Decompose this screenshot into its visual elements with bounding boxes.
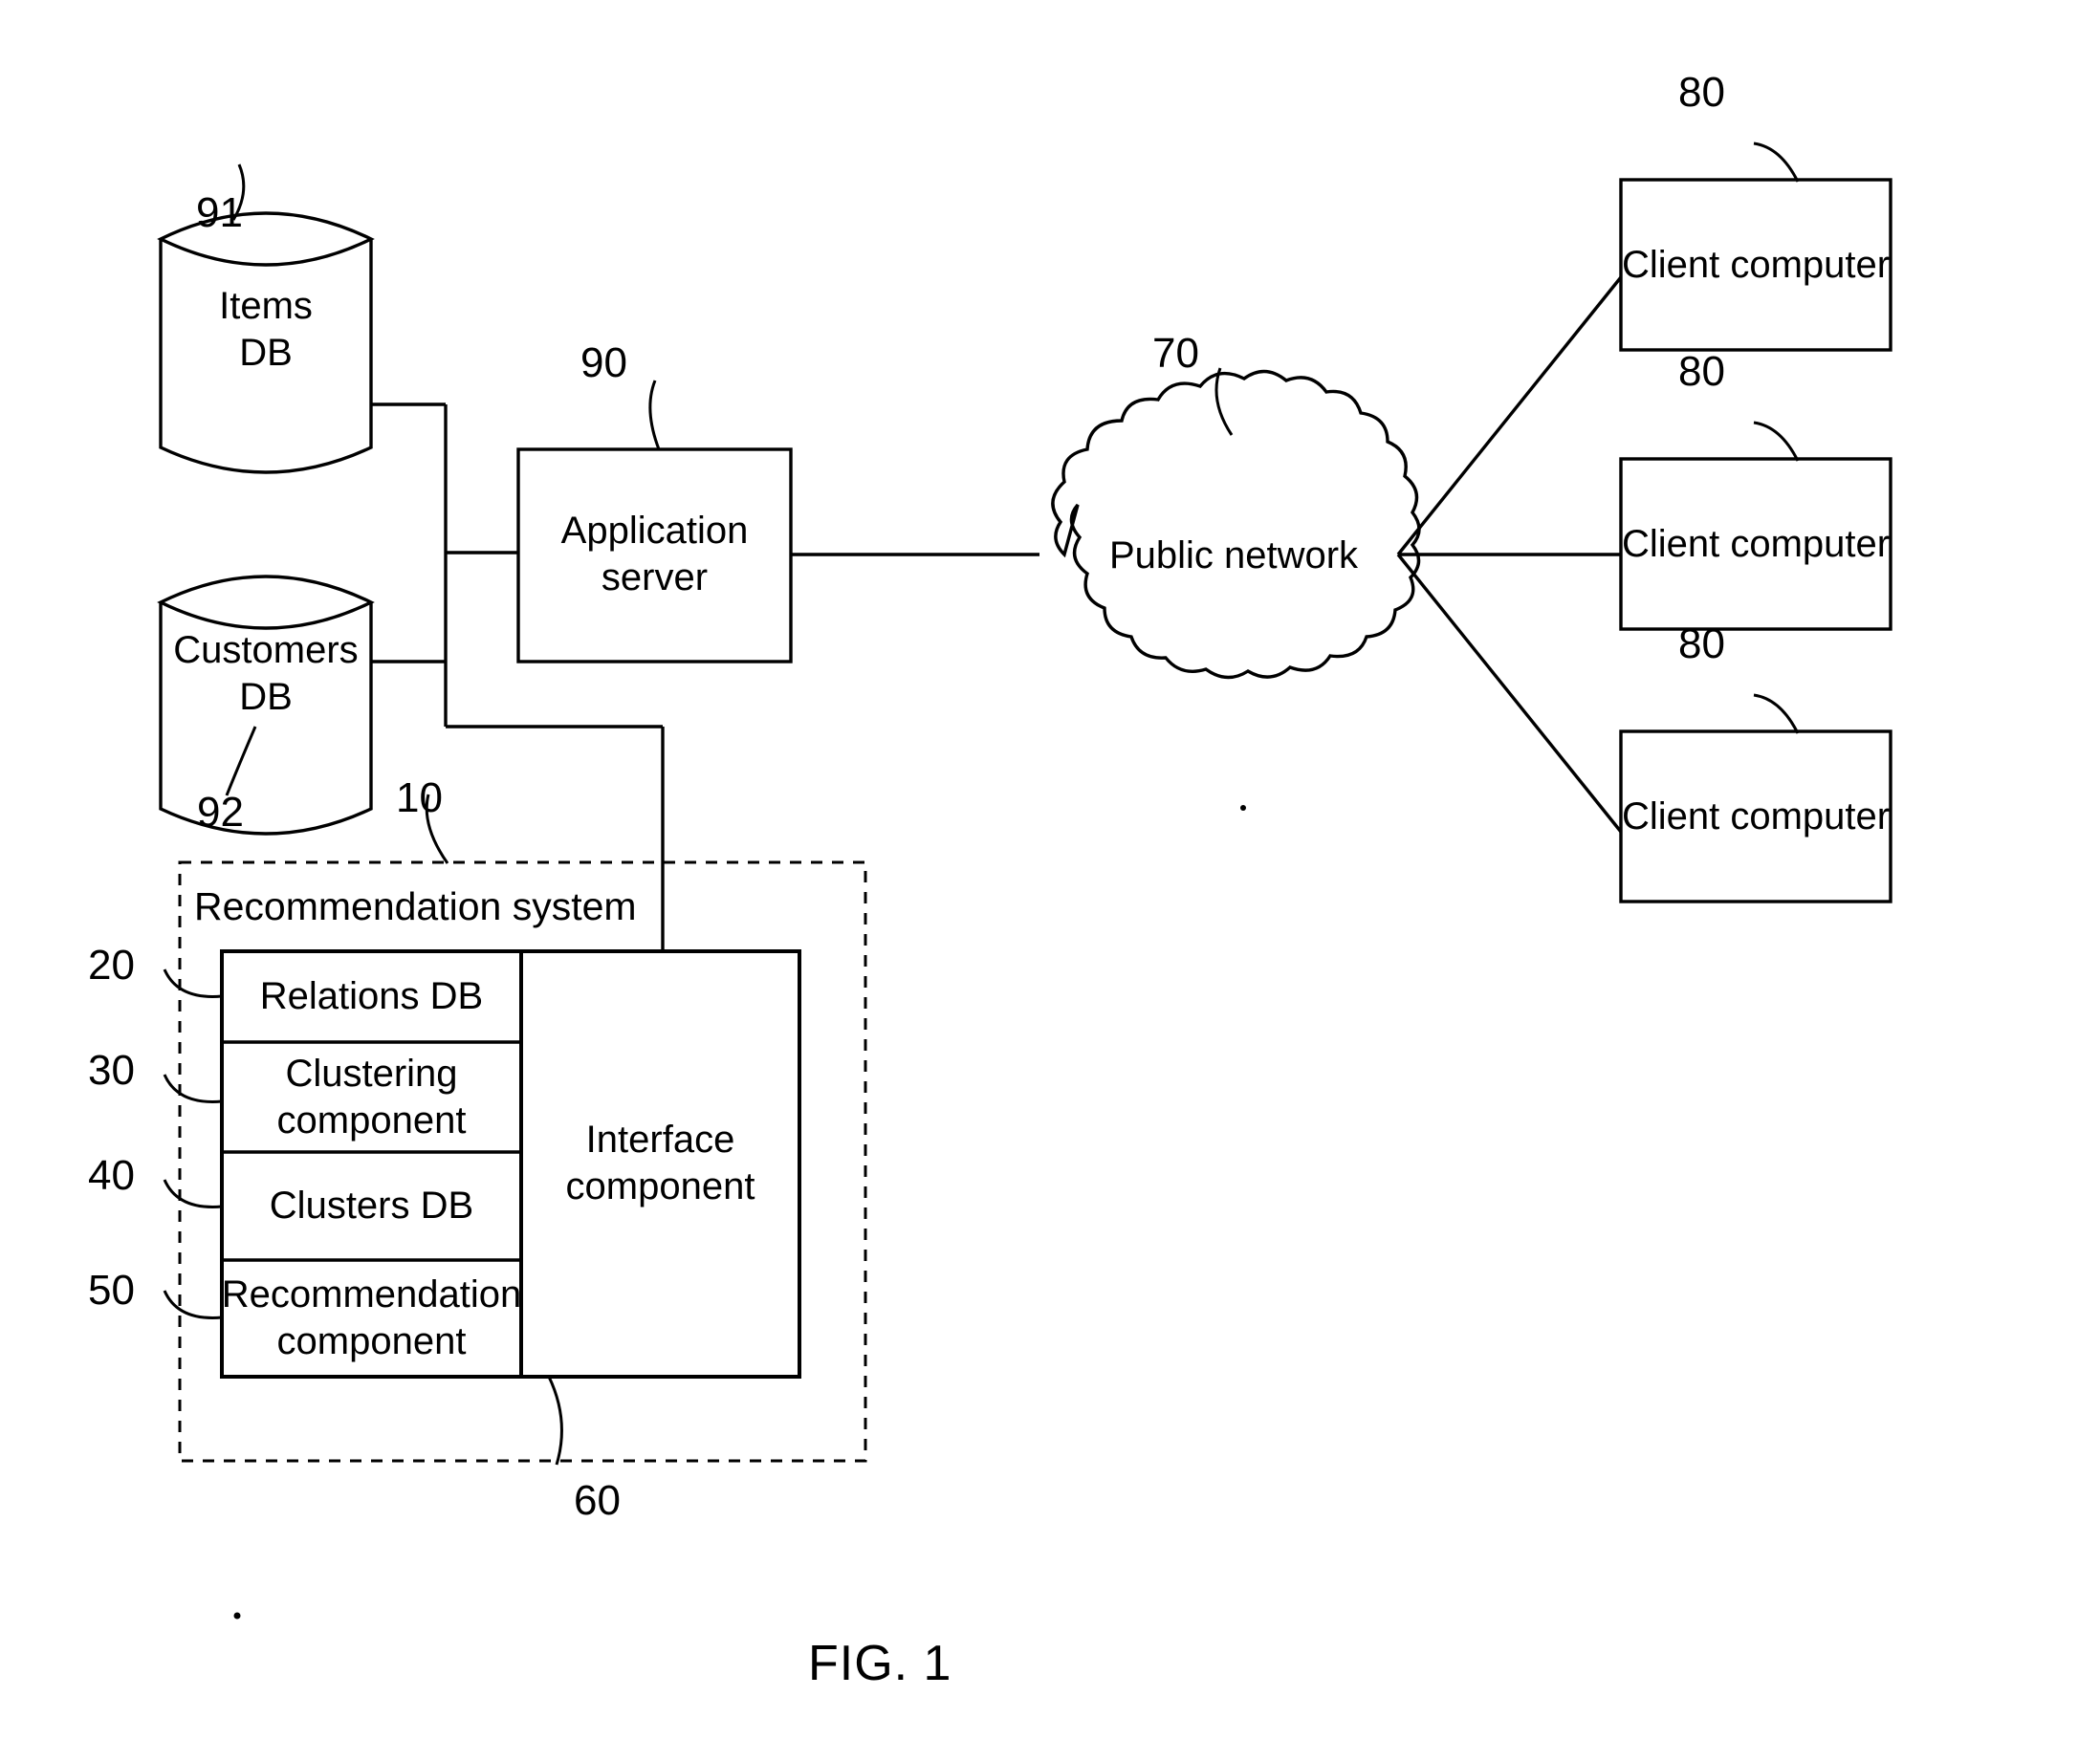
leader-70 [1214,367,1234,436]
clusters-db-label-line1: Clusters DB [269,1185,474,1228]
ref-91: 91 [196,189,243,236]
clustering-component-label-line1: Clustering [285,1052,458,1095]
public-network-cloud [1051,369,1421,680]
leader-50 [163,1290,223,1319]
figure-canvas: Items DB 91 Customers DB 92 Application … [0,0,2100,1740]
clustering-component-label: Clustering component [222,1042,521,1152]
items-db-cylinder-top [157,211,375,267]
customers-db-label-line1: Customers [173,629,359,672]
leader-80-3 [1753,693,1800,734]
scan-artifact-dot-2 [233,1612,241,1620]
interface-component-label: Interface component [521,1104,799,1223]
ref-90: 90 [580,339,627,386]
clustering-component-label-line2: component [276,1098,467,1142]
leader-30 [163,1074,223,1103]
recommendation-component-label-line2: component [276,1320,467,1362]
leader-90 [648,380,661,450]
ref-30: 30 [88,1047,135,1094]
ref-80-2: 80 [1678,348,1725,395]
scan-artifact-dot-1 [1240,805,1246,811]
clusters-db-label: Clusters DB [222,1152,521,1260]
application-server-label-line1: Application [560,510,749,553]
customers-db-label-line2: DB [239,676,293,718]
client-computer-label-3: Client computer [1621,794,1891,837]
public-network-label: Public network [1108,533,1359,576]
ref-60: 60 [574,1477,621,1524]
relations-db-label-line1: Relations DB [259,975,484,1018]
leader-40 [163,1179,223,1208]
recommendation-component-label-line1: Recommendation [221,1273,522,1316]
network-to-client-3 [1396,553,1623,834]
items-db-label-line1: Items [219,285,313,328]
ref-40: 40 [88,1152,135,1199]
application-server-label: Application server [518,497,791,612]
ref-80-1: 80 [1678,69,1725,116]
items-db-label: Items DB [161,258,371,402]
ref-70: 70 [1152,330,1199,377]
relations-db-label: Relations DB [222,951,521,1042]
client-computer-label-2: Client computer [1621,522,1891,565]
client-computer-label-1: Client computer [1621,243,1891,286]
customers-db-label: Customers DB [143,602,388,746]
leader-60 [547,1376,563,1466]
ref-20: 20 [88,942,135,989]
recommendation-system-title: Recommendation system [194,884,637,928]
items-db-label-line2: DB [239,332,293,374]
ref-80-3: 80 [1678,620,1725,667]
figure-caption: FIG. 1 [808,1636,952,1691]
interface-component-label-line2: component [565,1165,755,1207]
ref-50: 50 [88,1267,135,1314]
ref-92: 92 [197,789,244,836]
network-to-client-1 [1396,275,1623,556]
leader-80-2 [1753,421,1800,462]
recommendation-component-label: Recommendation component [218,1260,525,1377]
interface-component-label-line1: Interface [585,1119,735,1162]
leader-80-1 [1753,141,1800,183]
leader-20 [163,968,223,998]
application-server-label-line2: server [601,556,709,598]
ref-10: 10 [396,774,443,821]
